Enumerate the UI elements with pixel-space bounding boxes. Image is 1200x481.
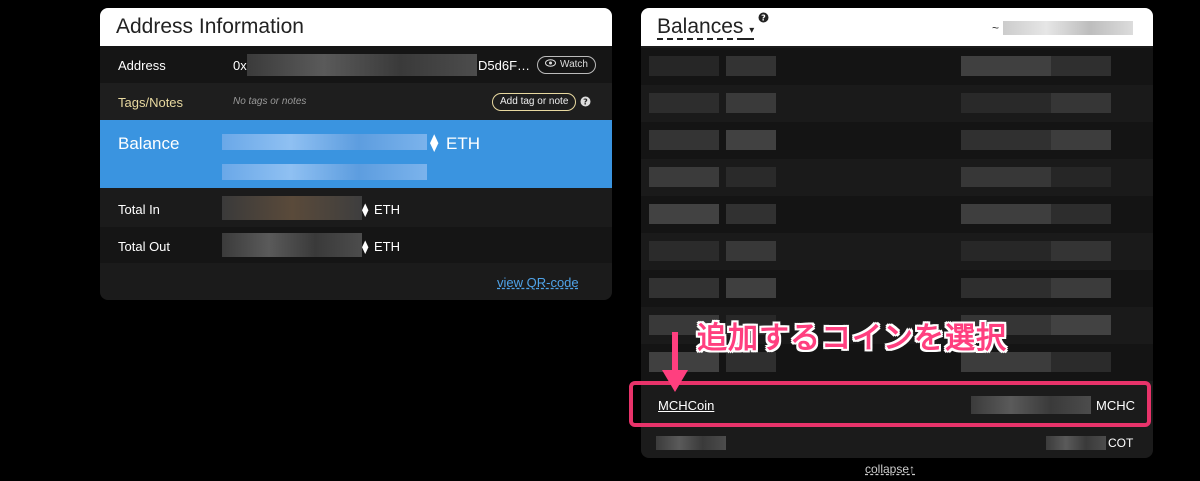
redacted-block [726, 204, 776, 224]
tags-label: Tags/Notes [118, 95, 184, 110]
balance-row: Balance ⧫ ETH [100, 120, 612, 188]
redacted-block [649, 93, 719, 113]
redacted-block [649, 130, 719, 150]
redacted-block [726, 93, 776, 113]
balance-unit: ETH [446, 134, 480, 153]
address-label: Address [118, 58, 166, 73]
redacted-block [726, 241, 776, 261]
eye-icon [545, 59, 556, 71]
redacted-block [726, 167, 776, 187]
redacted-block [961, 93, 1051, 113]
redacted-block [961, 130, 1051, 150]
total-in-unit: ETH [374, 202, 400, 217]
redacted-block [649, 204, 719, 224]
add-tag-button[interactable]: Add tag or note [492, 93, 577, 111]
watch-label: Watch [560, 59, 588, 70]
total-out-label: Total Out [118, 239, 171, 254]
ethereum-icon: ⧫ [362, 239, 369, 254]
redacted-block [649, 56, 719, 76]
redacted-token-row [641, 270, 1153, 307]
redacted-token-amount [1046, 436, 1106, 450]
redacted-token-name [656, 436, 726, 450]
redacted-block [649, 241, 719, 261]
redacted-block [649, 167, 719, 187]
svg-text:?: ? [761, 14, 766, 23]
add-tag-label: Add tag or note [500, 96, 569, 107]
redacted-block [961, 204, 1051, 224]
balances-panel-header: Balances ▾ ? ~ [641, 8, 1153, 46]
arrow-down-icon [662, 332, 688, 392]
watch-button[interactable]: Watch [537, 56, 596, 74]
redacted-block [1051, 167, 1111, 187]
callout-text: 追加するコインを選択 [697, 322, 1007, 355]
redacted-block [726, 130, 776, 150]
redacted-block [1051, 315, 1111, 335]
ethereum-icon: ⧫ [362, 202, 369, 217]
token-row-cot[interactable]: COT [641, 430, 1153, 458]
tags-row: Tags/Notes No tags or notes Add tag or n… [100, 83, 612, 120]
svg-text:?: ? [583, 98, 588, 107]
redacted-token-row [641, 122, 1153, 159]
view-qr-code-link[interactable]: view QR-code [497, 275, 579, 290]
redacted-block [1051, 93, 1111, 113]
balances-title: Balances [657, 15, 744, 38]
approx-total: ~ [992, 21, 1133, 35]
total-out-unit: ETH [374, 239, 400, 254]
redacted-balance [222, 134, 427, 150]
redacted-block [961, 56, 1051, 76]
redacted-block [726, 278, 776, 298]
redacted-token-row [641, 85, 1153, 122]
redacted-approx-value [1003, 21, 1133, 35]
redacted-balance-fiat [222, 164, 427, 180]
redacted-block [1051, 352, 1111, 372]
balance-label: Balance [118, 134, 180, 153]
total-out-row: Total Out ⧫ ETH [100, 227, 612, 263]
redacted-token-row [641, 196, 1153, 233]
redacted-block [726, 56, 776, 76]
address-panel-title: Address Information [116, 15, 304, 38]
redacted-block [961, 241, 1051, 261]
address-prefix: 0x [233, 58, 247, 73]
redacted-block [1051, 278, 1111, 298]
redacted-token-row [641, 233, 1153, 270]
redacted-total-out [222, 233, 362, 257]
redacted-block [961, 167, 1051, 187]
balances-dropdown[interactable]: Balances ▾ [657, 15, 754, 39]
token-symbol: COT [1108, 436, 1134, 450]
help-icon[interactable]: ? [580, 95, 591, 110]
redacted-address [247, 54, 477, 76]
caret-down-icon: ▾ [749, 25, 755, 36]
tags-value: No tags or notes [233, 96, 307, 107]
highlight-box [629, 381, 1151, 427]
address-row: Address 0x D5d6F… Watch [100, 46, 612, 83]
redacted-total-in [222, 196, 362, 220]
address-suffix[interactable]: D5d6F… [478, 58, 530, 73]
redacted-block [1051, 130, 1111, 150]
redacted-token-row [641, 48, 1153, 85]
redacted-block [1051, 204, 1111, 224]
help-icon[interactable]: ? [758, 8, 769, 29]
redacted-block [1051, 241, 1111, 261]
collapse-link[interactable]: collapse↑ [865, 462, 915, 476]
ethereum-icon: ⧫ [430, 133, 439, 152]
redacted-token-row [641, 159, 1153, 196]
redacted-block [1051, 56, 1111, 76]
redacted-block [649, 278, 719, 298]
approx-prefix: ~ [991, 21, 999, 35]
address-information-panel: Address Information Address 0x D5d6F… Wa… [100, 8, 612, 300]
address-panel-header: Address Information [100, 8, 612, 46]
total-in-label: Total In [118, 202, 160, 217]
total-in-row: Total In ⧫ ETH [100, 190, 612, 226]
redacted-block [961, 278, 1051, 298]
